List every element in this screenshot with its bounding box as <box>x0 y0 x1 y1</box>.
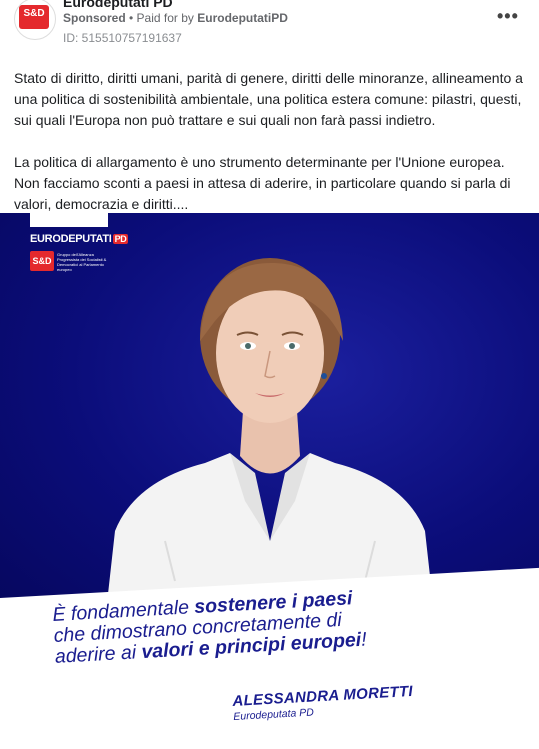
post-body: Stato di diritto, diritti umani, parità … <box>14 68 528 236</box>
body-paragraph-1: Stato di diritto, diritti umani, parità … <box>14 70 523 128</box>
post-header: S&D Eurodeputati PD Sponsored • Paid for… <box>0 0 539 52</box>
sponsor-line: Sponsored • Paid for by EurodeputatiPD <box>63 11 288 25</box>
page-avatar[interactable]: S&D <box>14 0 56 40</box>
separator: • <box>125 11 137 25</box>
more-horizontal-icon[interactable]: ••• <box>497 7 519 25</box>
payer-name: EurodeputatiPD <box>197 11 288 25</box>
sd-logo: S&D <box>19 5 49 29</box>
ad-id: ID: 515510757191637 <box>63 31 182 45</box>
paid-for-label: Paid for by <box>136 11 198 25</box>
page-name-link[interactable]: Eurodeputati PD <box>63 0 173 10</box>
top-white-strip <box>30 213 108 227</box>
sponsored-label: Sponsored <box>63 11 126 25</box>
portrait-photo <box>105 258 435 621</box>
body-paragraph-2: La politica di allargamento è uno strume… <box>14 154 511 212</box>
ad-creative-image[interactable]: EURODEPUTATI PD S&D Gruppo dell'Alleanza … <box>0 213 539 749</box>
